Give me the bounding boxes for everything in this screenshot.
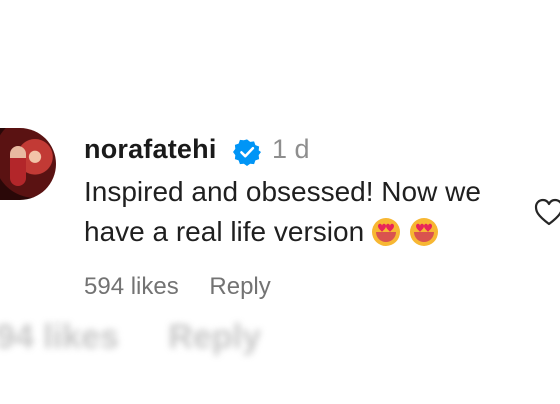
comment: norafatehi 1 d Inspired and obsessed! No… [0, 0, 560, 330]
comment-username[interactable]: norafatehi [84, 134, 217, 165]
verified-badge-icon [233, 139, 261, 166]
comment-text-line-2-row: have a real life version [84, 212, 534, 252]
comment-meta: 594 likes Reply [84, 273, 295, 301]
likes-count[interactable]: 594 likes [84, 273, 179, 300]
avatar[interactable] [0, 128, 56, 200]
reply-button[interactable]: Reply [209, 273, 270, 300]
like-heart-icon[interactable] [534, 198, 560, 226]
next-reply-button: Reply [168, 318, 261, 356]
comment-text: Inspired and obsessed! Now we have a rea… [84, 172, 534, 252]
comment-text-line-2: have a real life version [84, 216, 365, 247]
heart-eyes-emoji-icon [410, 218, 439, 246]
avatar-figure [10, 146, 26, 186]
heart-eyes-emoji-icon [372, 218, 401, 246]
comment-text-line-1: Inspired and obsessed! Now we [84, 176, 481, 207]
next-likes-count: 94 likes [0, 318, 119, 356]
next-comment-blurred: 94 likes Reply [0, 318, 301, 357]
comment-timestamp: 1 d [272, 134, 310, 164]
